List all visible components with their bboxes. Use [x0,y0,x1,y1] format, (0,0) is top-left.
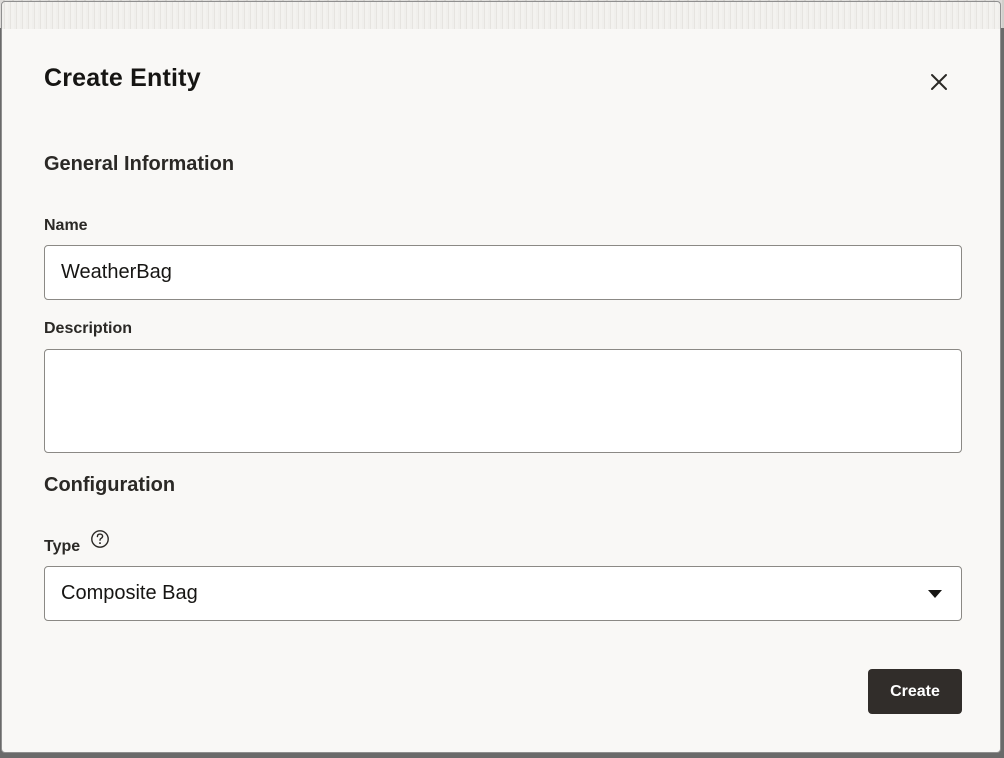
help-circle-icon[interactable] [90,529,110,549]
close-icon [931,74,947,90]
configuration-heading: Configuration [44,474,176,496]
create-button[interactable]: Create [868,669,962,714]
close-button[interactable] [919,62,959,102]
name-input[interactable] [44,245,962,300]
type-select-value: Composite Bag [61,582,198,604]
general-information-heading: General Information [44,153,235,175]
name-label: Name [44,217,88,234]
chevron-down-icon [928,590,942,598]
dialog-header-texture [2,2,1000,29]
description-textarea[interactable] [44,349,962,453]
create-entity-dialog: Create Entity General Information Name D… [1,1,1001,753]
type-select[interactable]: Composite Bag [44,566,962,621]
type-label: Type [44,538,81,555]
dialog-title: Create Entity [44,64,201,92]
description-label: Description [44,320,133,337]
